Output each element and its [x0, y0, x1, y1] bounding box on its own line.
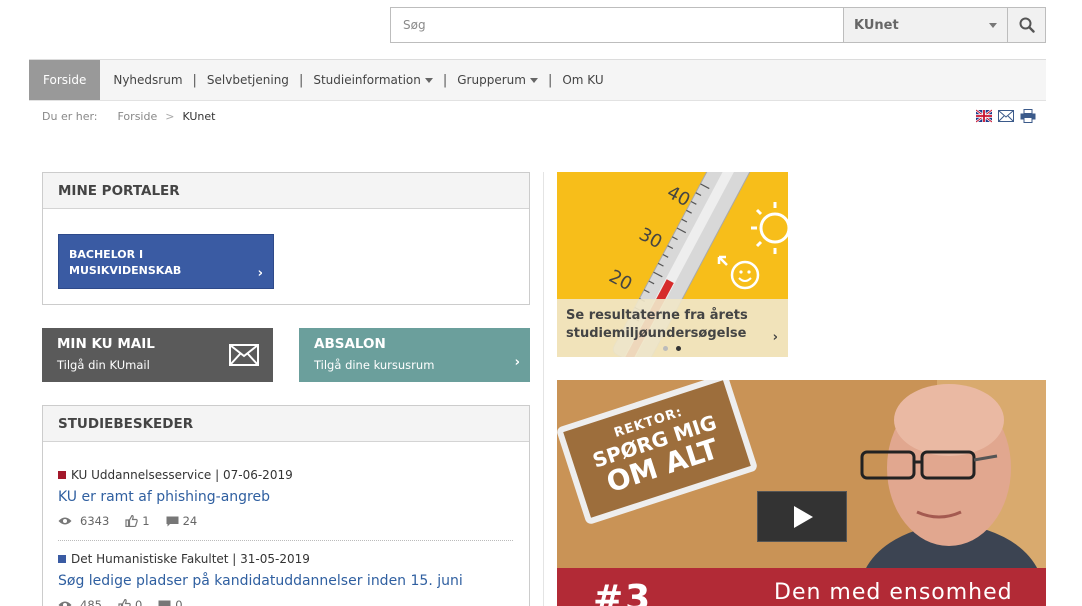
portals-heading: MINE PORTALER [43, 173, 529, 209]
main-nav: Forside Nyhedsrum | Selvbetjening | Stud… [29, 59, 1046, 101]
message-source: KU Uddannelsesservice | 07-06-2019 [58, 468, 513, 482]
source-color-marker [58, 555, 66, 563]
nav-label: Om KU [562, 73, 604, 87]
mail-icon[interactable] [998, 109, 1014, 123]
source-color-marker [58, 471, 66, 479]
portals-panel: MINE PORTALER BACHELOR I MUSIKVIDENSKAB … [42, 172, 530, 305]
message-title-link[interactable]: Søg ledige pladser på kandidatuddannelse… [58, 573, 513, 589]
breadcrumb-current: KUnet [182, 110, 216, 123]
page-tools [976, 109, 1036, 123]
nav-item-selvbetjening[interactable]: Selvbetjening [207, 60, 289, 100]
absalon-subtitle: Tilgå dine kursusrum [314, 358, 435, 372]
absalon-title: ABSALON [314, 336, 386, 352]
ku-mail-title: MIN KU MAIL [57, 336, 155, 352]
search-button[interactable] [1008, 8, 1045, 42]
nav-item-forside[interactable]: Forside [29, 60, 101, 100]
portal-label-line2: MUSIKVIDENSKAB [69, 264, 182, 277]
video-player[interactable]: REKTOR: SPØRG MIG OM ALT #3 Den med enso… [557, 380, 1046, 606]
likes-count: 1 [142, 514, 150, 528]
message-item: Det Humanistiske Fakultet | 31-05-2019 S… [58, 552, 513, 606]
nav-label: Grupperum [457, 73, 526, 87]
print-icon[interactable] [1020, 109, 1036, 123]
episode-number: #3 [593, 578, 653, 606]
search-icon [1019, 17, 1035, 33]
slider-caption-line2: studiemiljøundersøgelse [566, 326, 747, 341]
comment-icon[interactable] [166, 516, 179, 527]
eye-icon [58, 601, 72, 606]
message-meta: 485 0 0 [58, 598, 513, 606]
eye-icon [58, 517, 72, 525]
nav-separator: | [547, 72, 553, 88]
play-icon [794, 505, 813, 528]
chevron-right-icon: › [772, 330, 778, 345]
views-count: 6343 [80, 514, 110, 528]
caret-down-icon [424, 77, 433, 83]
message-title-link[interactable]: KU er ramt af phishing-angreb [58, 489, 513, 505]
nav-separator: | [192, 72, 197, 88]
chevron-right-icon: › [514, 355, 520, 370]
comment-icon[interactable] [158, 600, 171, 606]
nav-item-om-ku[interactable]: Om KU [562, 60, 603, 100]
absalon-tile[interactable]: ABSALON Tilgå dine kursusrum › [299, 328, 530, 382]
search-input[interactable] [391, 8, 844, 42]
nav-item-grupperum[interactable]: Grupperum [457, 60, 538, 100]
search-bar: KUnet [390, 7, 1046, 43]
chevron-down-icon [989, 23, 997, 28]
ku-mail-tile[interactable]: MIN KU MAIL Tilgå din KUmail [42, 328, 273, 382]
likes-count: 0 [134, 598, 143, 606]
envelope-icon [229, 344, 259, 366]
message-meta: 6343 1 24 [58, 514, 513, 528]
nav-label: Nyhedsrum [113, 73, 183, 87]
study-messages-panel: STUDIEBESKEDER KU Uddannelsesservice | 0… [42, 405, 530, 606]
nav-label: Forside [43, 73, 87, 87]
slider-dots [663, 346, 681, 351]
thumbs-up-icon[interactable] [125, 515, 139, 527]
breadcrumb-arrow: > [165, 110, 175, 123]
breadcrumb-prefix: Du er her: [42, 110, 98, 123]
nav-label: Selvbetjening [206, 73, 289, 87]
slider-dot[interactable] [663, 346, 668, 351]
message-source-text: KU Uddannelsesservice | 07-06-2019 [71, 468, 293, 482]
nav-separator: | [442, 72, 448, 88]
portal-button-musikvidenskab[interactable]: BACHELOR I MUSIKVIDENSKAB › [58, 234, 274, 289]
uk-flag-icon[interactable] [976, 109, 992, 123]
search-scope-select[interactable]: KUnet [844, 8, 1008, 42]
nav-separator: | [298, 72, 304, 88]
slider-caption-line1: Se resultaterne fra årets [566, 308, 748, 323]
video-tagline: Den med ensomhed [774, 580, 1013, 605]
news-slider[interactable]: 40 30 20 Se resultaterne fra årets studi… [557, 172, 788, 357]
comments-count: 0 [175, 598, 183, 606]
breadcrumb: Du er her: Forside > KUnet [42, 110, 215, 123]
nav-label: Studieinformation [313, 73, 421, 87]
ku-mail-subtitle: Tilgå din KUmail [57, 358, 150, 372]
message-item: KU Uddannelsesservice | 07-06-2019 KU er… [58, 468, 513, 528]
portal-label-line1: BACHELOR I [69, 248, 144, 261]
views-count: 485 [80, 598, 102, 606]
nav-item-nyhedsrum[interactable]: Nyhedsrum [113, 60, 182, 100]
caret-down-icon [529, 77, 538, 83]
comments-count: 24 [182, 514, 198, 528]
message-divider [58, 540, 513, 541]
study-messages-heading: STUDIEBESKEDER [43, 406, 529, 442]
breadcrumb-home-link[interactable]: Forside [118, 110, 158, 123]
chevron-right-icon: › [257, 266, 263, 281]
left-column: MINE PORTALER BACHELOR I MUSIKVIDENSKAB … [29, 172, 544, 606]
slider-dot-active[interactable] [676, 346, 681, 351]
message-source: Det Humanistiske Fakultet | 31-05-2019 [58, 552, 513, 566]
thumbs-up-icon[interactable] [118, 599, 131, 606]
play-button[interactable] [757, 491, 847, 542]
slider-caption[interactable]: Se resultaterne fra årets studiemiljøund… [557, 299, 788, 357]
search-scope-value: KUnet [854, 17, 899, 33]
message-source-text: Det Humanistiske Fakultet | 31-05-2019 [71, 552, 310, 566]
nav-item-studieinformation[interactable]: Studieinformation [313, 60, 433, 100]
